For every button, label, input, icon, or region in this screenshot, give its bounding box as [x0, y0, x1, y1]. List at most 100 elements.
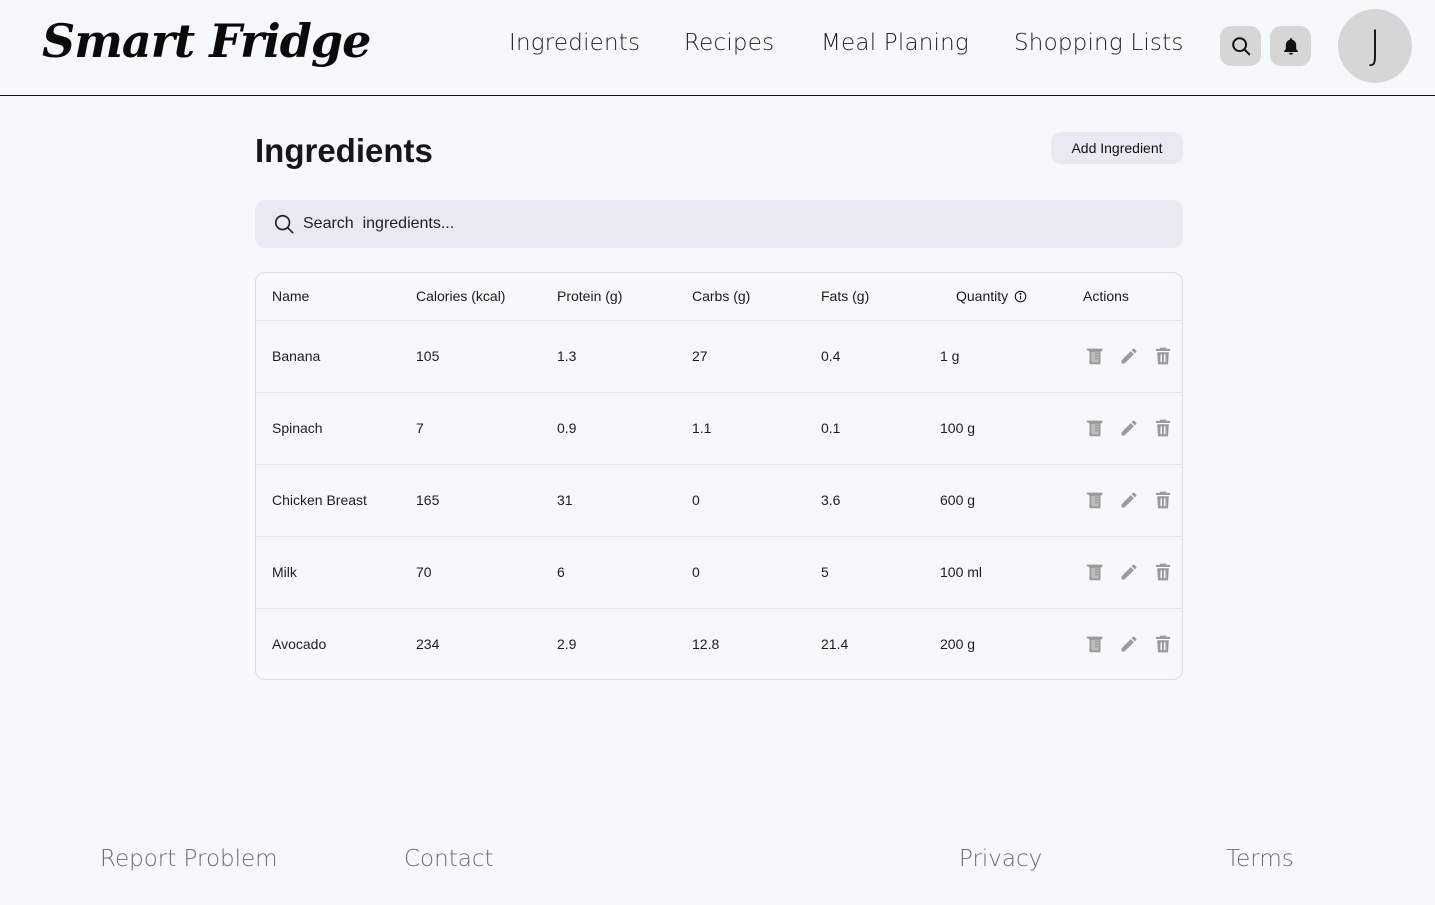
measuring-cup-icon [1086, 492, 1103, 509]
cell-calories: 70 [416, 564, 432, 580]
measuring-cup-icon [1086, 420, 1103, 437]
cell-protein: 2.9 [557, 636, 577, 653]
nav-meal-planning[interactable]: Meal Planing [821, 30, 969, 56]
footer-terms[interactable]: Terms [1226, 846, 1294, 872]
row-actions [1083, 344, 1182, 368]
search-icon [1231, 37, 1250, 56]
pencil-icon [1121, 492, 1137, 508]
cell-calories: 234 [416, 636, 440, 653]
measure-button[interactable] [1083, 416, 1107, 440]
cell-fats: 21.4 [821, 636, 849, 653]
trash-icon [1155, 635, 1171, 653]
delete-button[interactable] [1151, 344, 1175, 368]
cell-carbs: 0 [692, 492, 700, 508]
trash-icon [1155, 491, 1171, 509]
cell-protein: 1.3 [557, 348, 577, 364]
delete-button[interactable] [1151, 632, 1175, 656]
edit-button[interactable] [1117, 488, 1141, 512]
info-icon[interactable] [1014, 290, 1027, 303]
column-header-name[interactable]: Name [256, 273, 416, 320]
edit-button[interactable] [1117, 560, 1141, 584]
ingredient-search-bar[interactable] [255, 200, 1183, 248]
cell-carbs: 12.8 [692, 636, 720, 653]
delete-button[interactable] [1151, 560, 1175, 584]
add-ingredient-button[interactable]: Add Ingredient [1051, 132, 1183, 164]
column-header-carbs[interactable]: Carbs (g) [692, 273, 821, 320]
edit-button[interactable] [1117, 416, 1141, 440]
trash-icon [1155, 563, 1171, 581]
cell-quantity: 200 g [940, 636, 976, 653]
row-actions [1083, 416, 1182, 440]
page-title: Ingredients [255, 132, 433, 169]
column-header-fats[interactable]: Fats (g) [821, 273, 940, 320]
cell-name: Spinach [272, 420, 323, 436]
cell-actions [1083, 320, 1182, 392]
cell-actions [1083, 536, 1182, 608]
delete-button[interactable] [1151, 416, 1175, 440]
cell-fats: 0.1 [821, 420, 841, 436]
column-header-actions: Actions [1083, 288, 1129, 305]
cell-calories: 7 [416, 420, 424, 436]
trash-icon [1155, 419, 1171, 437]
nav-ingredients[interactable]: Ingredients [509, 30, 640, 56]
table-row[interactable]: Spinach 7 0.9 1.1 0.1 100 g [256, 392, 1182, 464]
footer-report-problem[interactable]: Report Problem [100, 846, 278, 872]
notifications-button[interactable] [1270, 26, 1311, 66]
cell-protein: 31 [557, 492, 573, 508]
measure-button[interactable] [1083, 560, 1107, 584]
top-header: Smart Fridge Ingredients Recipes Meal Pl… [0, 0, 1435, 96]
cell-quantity: 1 g [940, 348, 960, 364]
pencil-icon [1121, 636, 1137, 652]
cell-quantity: 100 ml [940, 564, 983, 580]
ingredients-table: Name Calories (kcal) Protein (g) Carbs (… [255, 272, 1183, 680]
measuring-cup-icon [1086, 348, 1103, 365]
cell-name: Milk [272, 564, 297, 580]
cell-fats: 3.6 [821, 492, 841, 508]
edit-button[interactable] [1117, 344, 1141, 368]
delete-button[interactable] [1151, 488, 1175, 512]
measure-button[interactable] [1083, 632, 1107, 656]
search-icon [273, 213, 295, 235]
column-header-calories[interactable]: Calories (kcal) [416, 273, 557, 320]
cell-actions [1083, 608, 1182, 679]
search-input[interactable] [303, 215, 1183, 233]
cell-carbs: 1.1 [692, 420, 712, 436]
row-actions [1083, 632, 1182, 656]
row-actions [1083, 560, 1182, 584]
pencil-icon [1121, 348, 1137, 364]
cell-carbs: 0 [692, 564, 700, 580]
cell-calories: 105 [416, 348, 440, 364]
column-header-protein[interactable]: Protein (g) [557, 273, 692, 320]
bell-icon [1283, 38, 1298, 55]
cell-quantity: 600 g [940, 492, 976, 508]
edit-button[interactable] [1117, 632, 1141, 656]
footer-privacy[interactable]: Privacy [959, 846, 1042, 872]
user-avatar[interactable]: J [1338, 9, 1412, 83]
table-row[interactable]: Milk 70 6 0 5 100 ml [256, 536, 1182, 608]
cell-fats: 0.4 [821, 348, 841, 364]
footer-contact[interactable]: Contact [404, 846, 493, 872]
cell-carbs: 27 [692, 348, 708, 364]
table-row[interactable]: Chicken Breast 165 31 0 3.6 600 g [256, 464, 1182, 536]
app-logo[interactable]: Smart Fridge [42, 14, 371, 68]
measure-button[interactable] [1083, 344, 1107, 368]
cell-name: Banana [272, 348, 321, 364]
measure-button[interactable] [1083, 488, 1107, 512]
nav-recipes[interactable]: Recipes [684, 30, 774, 56]
pencil-icon [1121, 564, 1137, 580]
cell-actions [1083, 392, 1182, 464]
measuring-cup-icon [1086, 564, 1103, 581]
table-row[interactable]: Avocado 234 2.9 12.8 21.4 200 g [256, 608, 1182, 679]
cell-quantity: 100 g [940, 420, 976, 436]
header-search-button[interactable] [1220, 26, 1261, 66]
nav-shopping-lists[interactable]: Shopping Lists [1014, 30, 1184, 56]
cell-actions [1083, 464, 1182, 536]
cell-protein: 6 [557, 564, 565, 580]
column-header-quantity[interactable]: Quantity [940, 273, 1083, 320]
cell-name: Chicken Breast [272, 492, 367, 508]
measuring-cup-icon [1086, 636, 1103, 653]
cell-name: Avocado [272, 636, 327, 653]
row-actions [1083, 488, 1182, 512]
quantity-label: Quantity [956, 288, 1009, 305]
table-row[interactable]: Banana 105 1.3 27 0.4 1 g [256, 320, 1182, 392]
